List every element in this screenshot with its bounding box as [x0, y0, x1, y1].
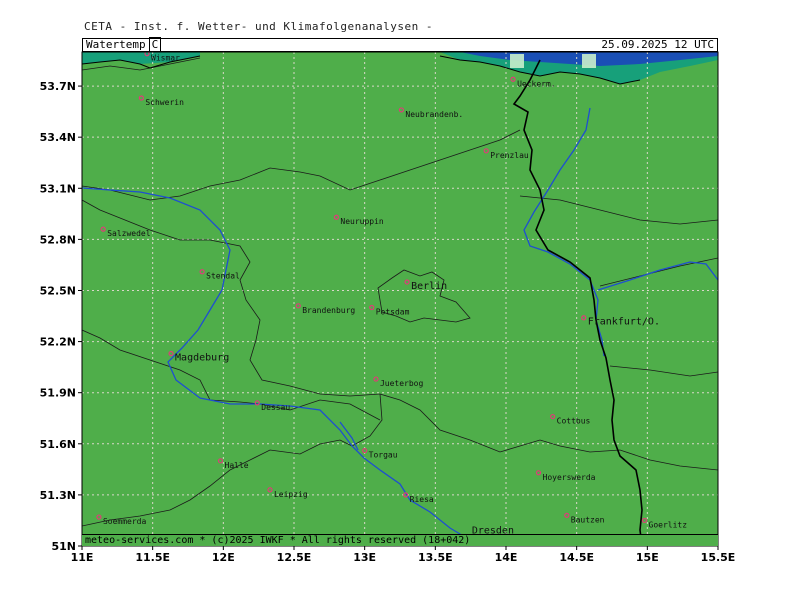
x-tick-label: 13.5E: [418, 551, 453, 564]
city-label: Neuruppin: [340, 217, 384, 226]
city-label: Ueckerm.: [517, 79, 556, 88]
sea-cell: [582, 54, 596, 68]
city-label: Halle: [225, 461, 249, 470]
city-label: Riesa: [410, 495, 434, 504]
city-label: Frankfurt/O.: [588, 317, 660, 328]
x-tick-label: 12.5E: [277, 551, 312, 564]
y-tick-label: 51.3N: [40, 489, 76, 502]
x-tick-label: 15E: [636, 551, 659, 564]
city-label: Wismar: [151, 54, 180, 63]
y-tick-label: 51.9N: [40, 387, 76, 400]
city-label: Stendal: [206, 272, 240, 281]
city-label: Hoyerswerda: [543, 473, 596, 482]
x-tick-label: 14.5E: [559, 551, 594, 564]
x-tick-label: 15.5E: [701, 551, 736, 564]
x-tick-label: 11.5E: [135, 551, 170, 564]
city-label: Berlin: [411, 281, 447, 292]
city-label: Soemmerda: [103, 517, 147, 526]
sea-cell: [510, 54, 524, 68]
city-label: Jueterbog: [380, 379, 424, 388]
x-tick-label: 12E: [212, 551, 235, 564]
x-tick-label: 13E: [353, 551, 376, 564]
y-tick-label: 51N: [51, 540, 76, 553]
city-label: Bautzen: [571, 515, 605, 524]
y-tick-label: 52.8N: [40, 233, 76, 246]
x-tick-label: 14E: [495, 551, 518, 564]
city-label: Potsdam: [376, 308, 410, 317]
city-label: Leipzig: [274, 490, 308, 499]
city-label: Brandenburg: [302, 306, 355, 315]
map-area: Wismar Schwerin Neubrandenb. Ueckerm. Prenzl…: [82, 52, 718, 546]
city-label: Cottbus: [557, 417, 591, 426]
copyright-footer: meteo-services.com * (c)2025 IWKF * All …: [82, 534, 718, 546]
y-tick-label: 51.6N: [40, 438, 76, 451]
x-axis: 11E 11.5E 12E 12.5E 13E 13.5E 14E 14.5E 15E 15.5E: [71, 546, 736, 564]
city-label: Magdeburg: [175, 353, 229, 364]
city-label: Prenzlau: [490, 151, 529, 160]
y-tick-label: 52.2N: [40, 336, 76, 349]
city-label: Salzwedel: [107, 229, 151, 238]
city-label: Torgau: [369, 451, 398, 460]
y-tick-label: 53.4N: [40, 131, 76, 144]
y-tick-label: 53.1N: [40, 182, 76, 195]
city-label: Neubrandenb.: [405, 110, 463, 119]
y-tick-label: 52.5N: [40, 284, 76, 297]
city-label: Dessau: [261, 403, 290, 412]
land-fill: [82, 52, 718, 546]
map-canvas[interactable]: Wismar Schwerin Neubrandenb. Ueckerm. Prenzl…: [0, 0, 800, 600]
y-tick-label: 53.7N: [40, 80, 76, 93]
y-axis: 51N 51.3N 51.6N 51.9N 52.2N 52.5N 52.8N 53.1N 53…: [40, 80, 82, 553]
city-label: Schwerin: [145, 98, 184, 107]
city-label: Goerlitz: [649, 520, 688, 529]
